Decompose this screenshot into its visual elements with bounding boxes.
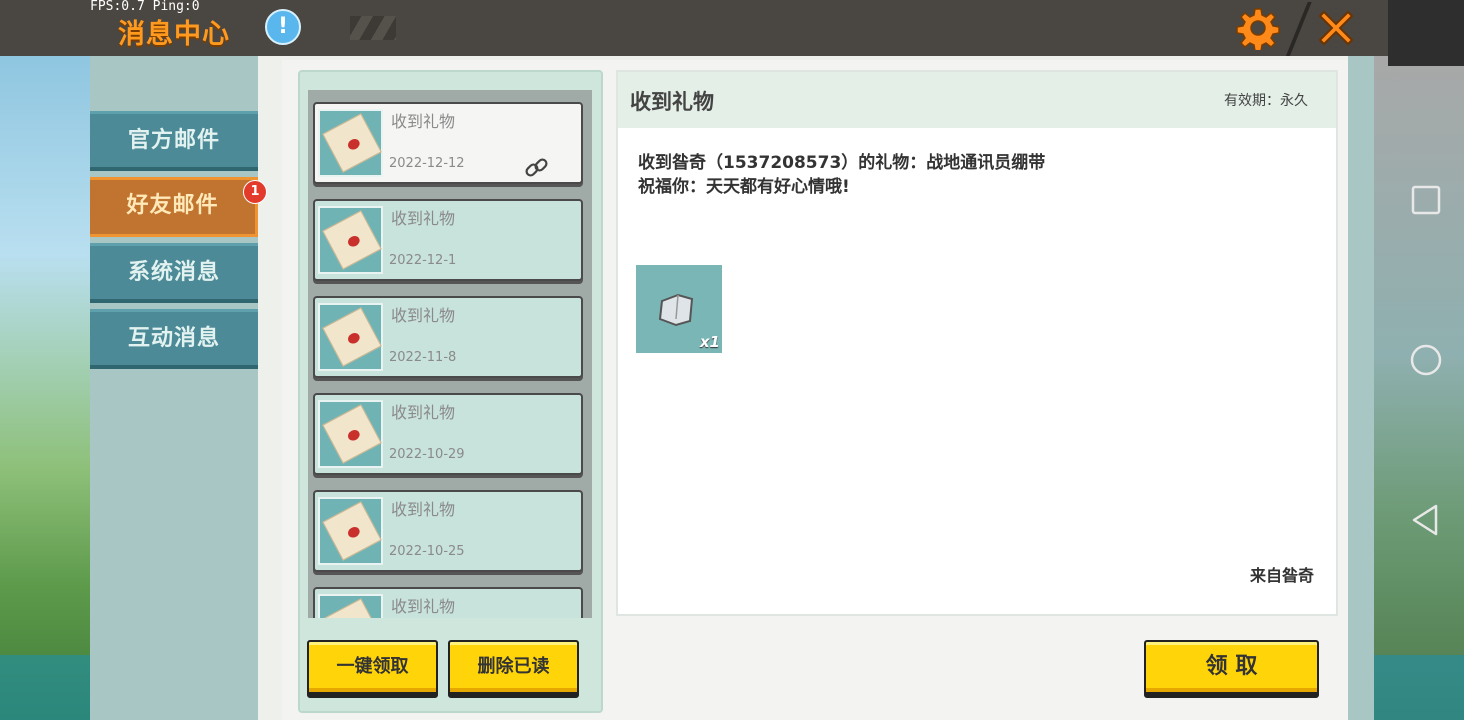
mail-thumbnail — [318, 109, 383, 177]
info-button[interactable]: ! — [265, 9, 301, 45]
delete-read-button[interactable]: 删除已读 — [448, 640, 579, 698]
mail-detail-title: 收到礼物 — [630, 90, 714, 114]
reward-item[interactable]: x1 — [636, 265, 722, 353]
envelope-icon — [322, 307, 382, 367]
home-icon[interactable] — [1404, 338, 1448, 382]
envelope-icon — [322, 598, 382, 618]
mail-detail-card: 收到礼物 有效期：永久 收到昝奇（1537208573）的礼物：战地通讯员绷带 … — [616, 70, 1338, 616]
nav-tab-system-messages[interactable]: 系统消息 — [90, 243, 258, 303]
claim-button[interactable]: 领 取 — [1144, 640, 1319, 698]
reward-quantity: x1 — [699, 333, 720, 351]
validity-label: 有效期：永久 — [1224, 93, 1308, 109]
mail-list-item[interactable]: 收到礼物 2022-12-1 — [313, 199, 583, 281]
mail-date: 2022-10-29 — [389, 447, 465, 462]
mail-thumbnail — [318, 400, 383, 468]
mail-list[interactable]: 收到礼物 2022-12-12 收到礼物 2022-12-1 收到礼物 2022… — [308, 90, 592, 618]
unread-badge: 1 — [243, 180, 267, 204]
system-bar-corner — [1388, 0, 1464, 66]
mail-body-line-2: 祝福你：天天都有好心情哦! — [638, 177, 850, 197]
mail-title: 收到礼物 — [391, 597, 456, 616]
top-bar: FPS:0.7 Ping:0 消息中心 ! — [0, 0, 1388, 60]
sender-label: 来自昝奇 — [1249, 566, 1314, 585]
mail-title: 收到礼物 — [391, 403, 456, 422]
page-title: 消息中心 — [118, 19, 230, 50]
mail-body-line-1: 收到昝奇（1537208573）的礼物：战地通讯员绷带 — [638, 153, 1046, 173]
claim-all-button[interactable]: 一键领取 — [307, 640, 438, 698]
background-scene-right — [1374, 56, 1464, 720]
bandage-icon — [658, 293, 694, 327]
envelope-icon — [322, 404, 382, 464]
mail-title: 收到礼物 — [391, 209, 456, 228]
mail-list-item[interactable]: 收到礼物 2022-11-8 — [313, 296, 583, 378]
mail-list-item[interactable]: 收到礼物 2022-10-25 — [313, 490, 583, 572]
mail-list-item[interactable]: 收到礼物 2022-12-12 — [313, 102, 583, 184]
mail-thumbnail — [318, 594, 383, 618]
mail-date: 2022-11-8 — [389, 350, 457, 365]
mail-thumbnail — [318, 206, 383, 274]
header-divider — [1284, 2, 1312, 60]
mail-title: 收到礼物 — [391, 500, 456, 519]
gear-icon[interactable] — [1236, 6, 1280, 50]
nav-tab-friend-mail[interactable]: 好友邮件 — [90, 177, 258, 237]
mail-thumbnail — [318, 303, 383, 371]
mail-date: 2022-12-1 — [389, 253, 457, 268]
back-icon[interactable] — [1404, 498, 1448, 542]
mail-title: 收到礼物 — [391, 112, 456, 131]
decorative-stripes — [350, 16, 396, 40]
mail-list-item[interactable]: 收到礼物 2022-10-29 — [313, 393, 583, 475]
envelope-icon — [322, 113, 382, 173]
mail-list-item[interactable]: 收到礼物 — [313, 587, 583, 618]
mail-date: 2022-10-25 — [389, 544, 465, 559]
nav-tab-interaction-messages[interactable]: 互动消息 — [90, 309, 258, 369]
nav-tab-official-mail[interactable]: 官方邮件 — [90, 111, 258, 171]
attachment-icon — [525, 158, 548, 177]
mail-title: 收到礼物 — [391, 306, 456, 325]
mail-detail-header: 收到礼物 有效期：永久 — [618, 72, 1336, 128]
recent-apps-icon[interactable] — [1404, 178, 1448, 222]
mail-thumbnail — [318, 497, 383, 565]
envelope-icon — [322, 501, 382, 561]
envelope-icon — [322, 210, 382, 270]
close-icon[interactable] — [1314, 6, 1358, 50]
mail-date: 2022-12-12 — [389, 156, 465, 171]
